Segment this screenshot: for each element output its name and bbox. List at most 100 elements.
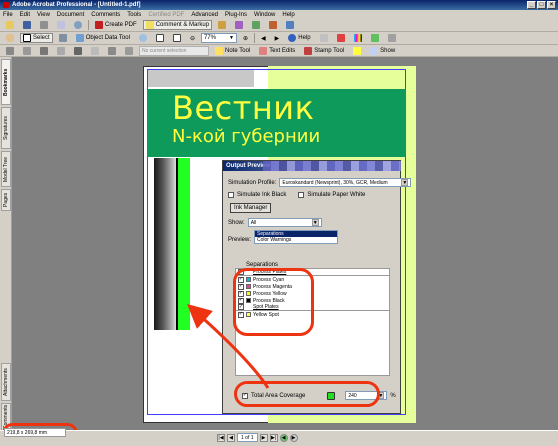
pen-icon [235, 21, 244, 29]
menu-item-tools[interactable]: Tools [127, 12, 141, 18]
search-button[interactable] [71, 20, 85, 30]
arrange-button[interactable] [88, 46, 102, 56]
show-label: Show [380, 47, 396, 54]
show-icon [370, 46, 379, 55]
first-page-button[interactable]: |◀ [217, 433, 225, 442]
zoom-in-plus-button[interactable]: ⊕ [240, 33, 251, 43]
menu-item-file[interactable]: File [3, 12, 13, 18]
crop-icon [387, 34, 396, 42]
text-touchup-button[interactable] [317, 33, 331, 43]
open-button[interactable] [3, 20, 17, 30]
chevron-down-icon: ▼ [311, 219, 319, 226]
size-icon [74, 46, 82, 55]
align-button[interactable] [20, 46, 34, 56]
fit-page-button[interactable] [170, 33, 184, 43]
minimize-button[interactable]: _ [527, 1, 536, 9]
crop-button[interactable] [385, 33, 399, 43]
simulate-paper-white-checkbox[interactable] [298, 192, 305, 198]
toolbar-file: Create PDF Comment & Markup [0, 19, 558, 32]
preview-row: Preview: [228, 237, 251, 243]
zoom-in-button[interactable] [136, 33, 150, 43]
dialog-title-bar: Output Preview [223, 161, 401, 171]
preflight-button[interactable] [368, 33, 382, 43]
page-number-field[interactable]: 1 of 1 [237, 433, 258, 442]
text-edits-button[interactable]: Text Edits [256, 46, 298, 56]
stamp-tool-button[interactable]: Stamp Tool [301, 46, 347, 56]
print-button[interactable] [37, 20, 51, 30]
menu-item-comments[interactable]: Comments [91, 12, 120, 18]
rotate-button[interactable] [283, 20, 297, 30]
text-edits-label: Text Edits [269, 47, 296, 54]
secure-button[interactable] [215, 20, 229, 30]
simulation-profile-select[interactable]: Euroskandard (Newsprint), 30%, GCR, Medi… [279, 178, 412, 187]
actual-size-button[interactable] [153, 33, 167, 43]
output-preview-button[interactable] [351, 33, 365, 43]
preview-listbox[interactable]: Separations Color Warnings [254, 230, 338, 244]
note-tool-button[interactable]: Note Tool [212, 46, 253, 56]
go-back-icon[interactable]: ◀ [279, 433, 288, 442]
tab-pages[interactable]: Pages [1, 189, 11, 211]
help-icon [288, 34, 297, 42]
next-page-button[interactable]: ▶ [259, 433, 268, 442]
stamp-icon [304, 46, 313, 55]
tab-model-tree[interactable]: Model Tree [1, 151, 11, 187]
object-data-tool-button[interactable]: Object Data Tool [73, 33, 133, 43]
review-button[interactable] [266, 20, 280, 30]
menu-item-edit[interactable]: Edit [20, 12, 30, 18]
menu-item-document[interactable]: Document [57, 12, 84, 18]
menu-item-window[interactable]: Window [254, 12, 275, 18]
center-button[interactable] [54, 46, 68, 56]
distribute-icon [40, 46, 48, 55]
save-button[interactable] [20, 20, 34, 30]
sign-button[interactable] [232, 20, 246, 30]
flip-button[interactable] [122, 46, 136, 56]
distribute-button[interactable] [37, 46, 51, 56]
snapshot-button[interactable] [56, 33, 70, 43]
show-value: All [250, 219, 257, 226]
form-icon [252, 21, 261, 29]
object-data-label: Object Data Tool [85, 35, 130, 41]
menu-item-advanced[interactable]: Advanced [191, 12, 218, 18]
window-title: Adobe Acrobat Professional - [Untitled-1… [12, 2, 141, 8]
show-button[interactable]: Show [367, 46, 398, 56]
simulate-ink-black-checkbox[interactable] [228, 192, 234, 198]
hand-tool-button[interactable] [3, 33, 17, 43]
email-button[interactable] [54, 20, 68, 30]
close-button[interactable]: × [547, 1, 556, 9]
maximize-button[interactable]: □ [537, 1, 546, 9]
document-title: Вестник [172, 89, 315, 127]
comment-markup-button[interactable]: Comment & Markup [142, 20, 213, 30]
menu-item-view[interactable]: View [37, 12, 50, 18]
create-pdf-button[interactable]: Create PDF [92, 20, 140, 30]
size-button[interactable] [71, 46, 85, 56]
rotate-object-button[interactable] [105, 46, 119, 56]
email-icon [57, 21, 65, 29]
menu-item-certified-pdf[interactable]: Certified PDF [148, 12, 184, 18]
ink-manager-button[interactable]: Ink Manager [230, 203, 272, 213]
preview-option-color-warnings[interactable]: Color Warnings [255, 237, 337, 243]
select-tool-button[interactable]: Select [20, 33, 53, 43]
highlight-icon [353, 46, 362, 55]
menu-item-help[interactable]: Help [282, 12, 294, 18]
prev-page-button[interactable]: ◀ [227, 433, 235, 442]
hand-icon [6, 34, 14, 42]
title-bar: Adobe Acrobat Professional - [Untitled-1… [0, 0, 558, 10]
prev-view-button[interactable]: ◀ [258, 33, 269, 43]
tab-bookmarks[interactable]: Bookmarks [1, 59, 11, 105]
print-production-button[interactable] [334, 33, 348, 43]
help-button[interactable]: Help [285, 33, 313, 43]
menu-bar: File Edit View Document Comments Tools Certifi… [0, 10, 558, 19]
highlight-button[interactable] [350, 46, 364, 56]
zoom-out-button[interactable]: ⊖ [187, 33, 198, 43]
tab-signatures[interactable]: Signatures [1, 107, 11, 149]
show-select[interactable]: All ▼ [247, 218, 322, 227]
note-icon [215, 46, 223, 55]
edit-objects-button[interactable] [3, 46, 17, 56]
menu-item-plug-ins[interactable]: Plug-Ins [225, 12, 247, 18]
tab-attachments[interactable]: Attachments [1, 363, 11, 401]
go-forward-icon[interactable]: ▶ [289, 433, 298, 442]
next-view-button[interactable]: ▶ [272, 33, 283, 43]
last-page-button[interactable]: ▶| [269, 433, 278, 442]
zoom-combo[interactable]: 77% ▼ [200, 33, 237, 43]
forms-button[interactable] [249, 20, 263, 30]
